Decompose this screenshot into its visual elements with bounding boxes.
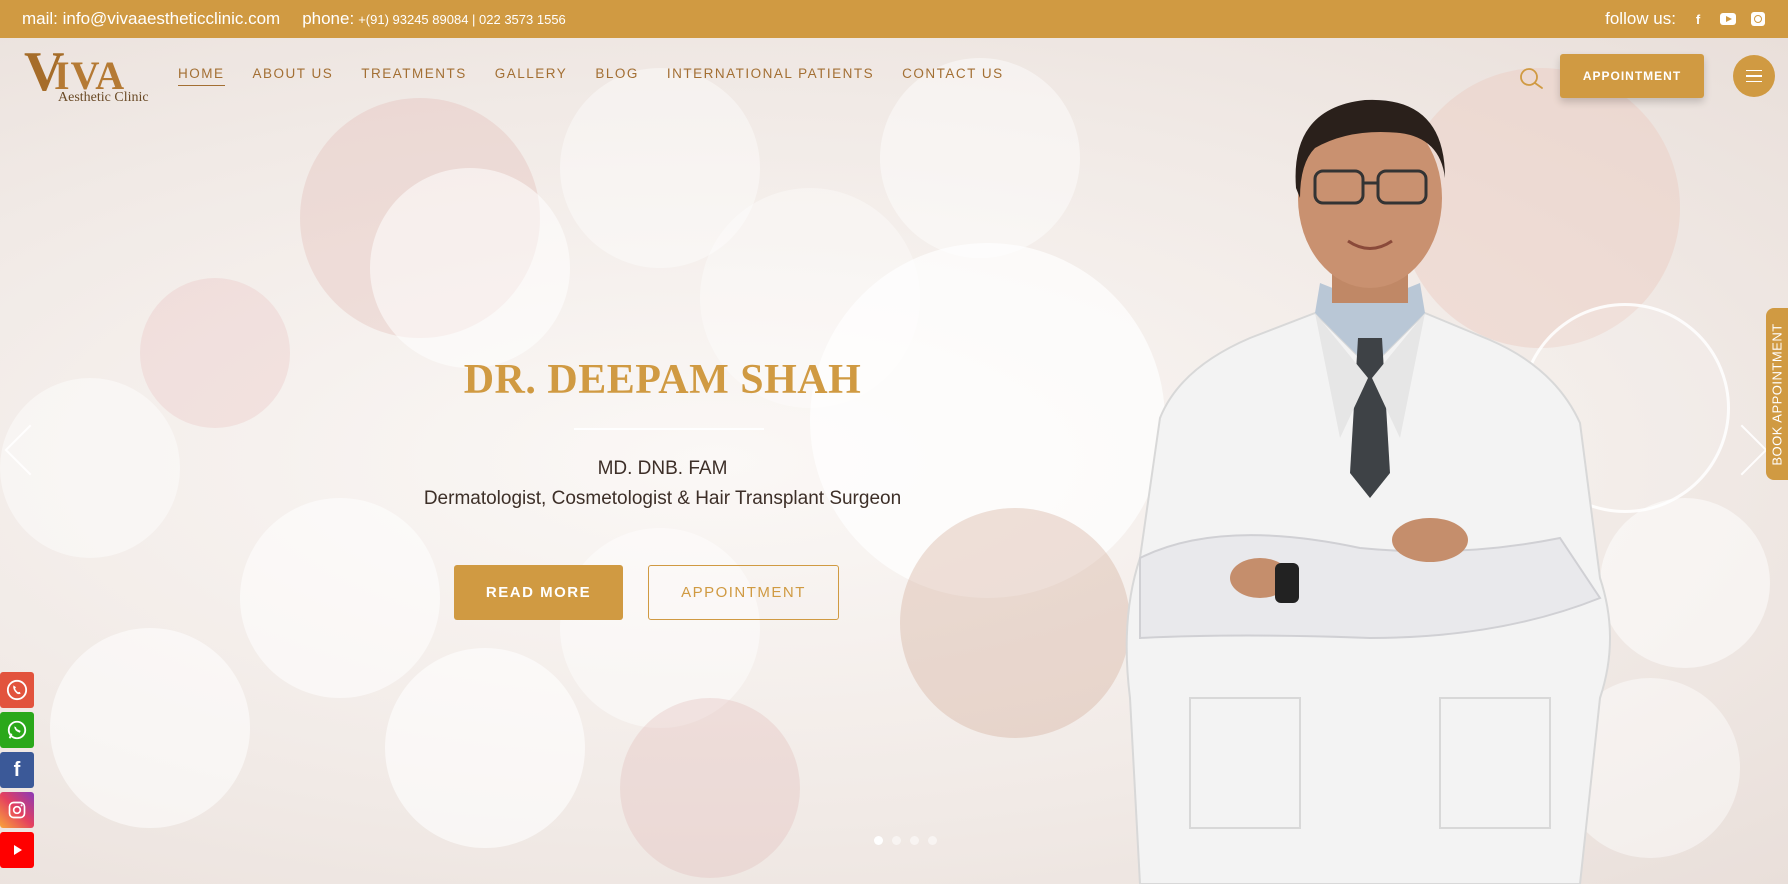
nav-blog[interactable]: BLOG: [595, 66, 639, 86]
title-divider: [574, 428, 764, 430]
nav-treatments[interactable]: TREATMENTS: [361, 66, 467, 86]
nav-international-patients[interactable]: INTERNATIONAL PATIENTS: [667, 66, 874, 86]
hamburger-menu-icon[interactable]: [1733, 55, 1775, 97]
read-more-button[interactable]: READ MORE: [454, 565, 623, 620]
logo-subtitle: Aesthetic Clinic: [58, 90, 149, 105]
header-appointment-button[interactable]: APPOINTMENT: [1560, 54, 1704, 98]
nav-contact-us[interactable]: CONTACT US: [902, 66, 1004, 86]
hero-qualifications: MD. DNB. FAM: [597, 458, 728, 479]
follow-us-label: follow us:: [1605, 9, 1676, 28]
youtube-icon[interactable]: [1720, 11, 1736, 27]
nav-gallery[interactable]: GALLERY: [495, 66, 568, 86]
phone-label: phone:: [302, 9, 355, 28]
slide-dot-3[interactable]: [910, 836, 919, 845]
contact-email[interactable]: mail: info@vivaaestheticclinic.com: [22, 9, 280, 29]
phone-numbers[interactable]: +(91) 93245 89084 | 022 3573 1556: [358, 12, 566, 27]
slide-dot-4[interactable]: [928, 836, 937, 845]
hero-title: DR. DEEPAM SHAH: [463, 357, 862, 403]
book-appointment-label: BOOK APPOINTMENT: [1769, 322, 1785, 466]
whatsapp-icon[interactable]: [0, 712, 34, 748]
slider-dots: [874, 836, 937, 845]
slide-dot-1[interactable]: [874, 836, 883, 845]
floating-contact-icons: f: [0, 672, 34, 868]
main-nav: HOME ABOUT US TREATMENTS GALLERY BLOG IN…: [178, 66, 1004, 86]
instagram-icon[interactable]: [0, 792, 34, 828]
nav-home[interactable]: HOME: [178, 66, 225, 86]
top-bar: mail: info@vivaaestheticclinic.com phone…: [0, 0, 1788, 38]
nav-about-us[interactable]: ABOUT US: [253, 66, 334, 86]
doctor-portrait: [1125, 99, 1611, 884]
viva-logo[interactable]: V IVA Aesthetic Clinic: [24, 44, 149, 106]
book-appointment-tab[interactable]: BOOK APPOINTMENT: [1766, 308, 1788, 480]
youtube-icon[interactable]: [0, 832, 34, 868]
instagram-icon[interactable]: [1750, 11, 1766, 27]
search-icon[interactable]: [1518, 66, 1544, 92]
hero-appointment-button[interactable]: APPOINTMENT: [648, 565, 839, 620]
facebook-icon[interactable]: f: [0, 752, 34, 788]
phone-icon[interactable]: [0, 672, 34, 708]
follow-us: follow us: f: [1605, 9, 1766, 29]
facebook-icon[interactable]: f: [1690, 11, 1706, 27]
hero-specialty: Dermatologist, Cosmetologist & Hair Tran…: [423, 488, 902, 509]
slide-dot-2[interactable]: [892, 836, 901, 845]
